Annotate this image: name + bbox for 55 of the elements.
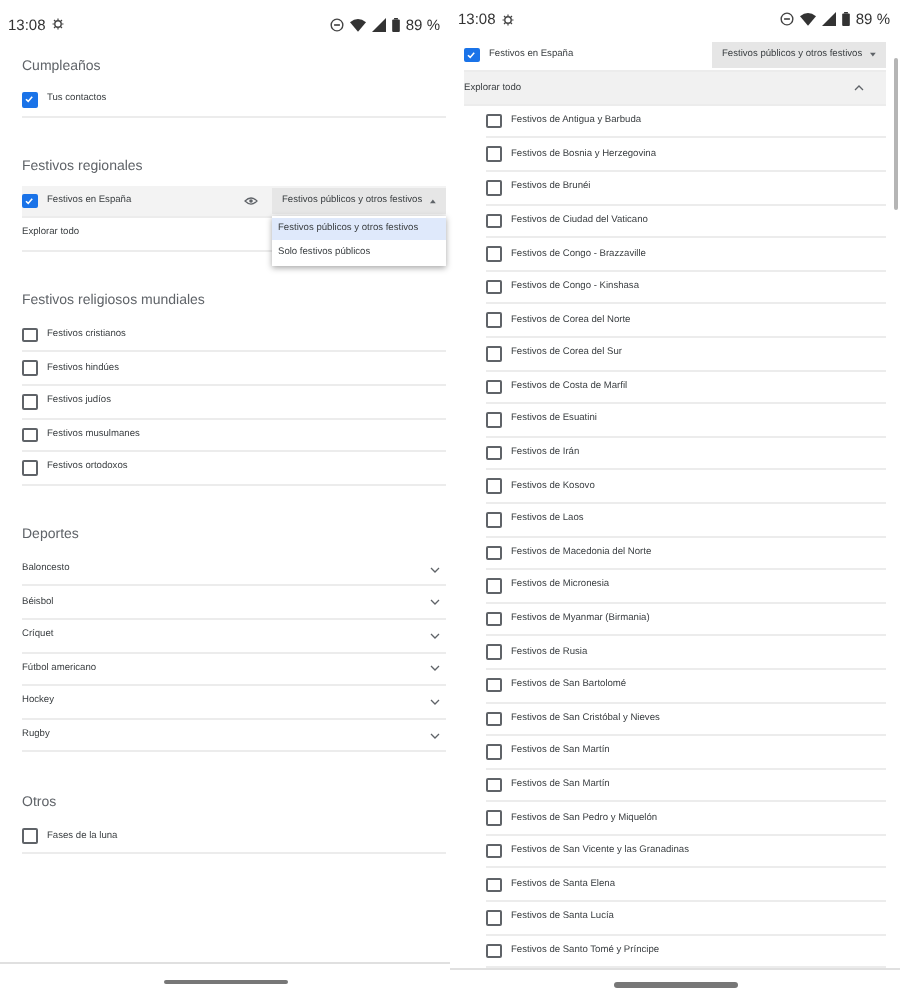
gear-icon [501,13,514,26]
wifi-icon [799,12,816,27]
do-not-disturb-icon [329,17,344,31]
wifi-icon [349,17,366,31]
chevron-down-icon[interactable] [430,664,440,673]
checkbox[interactable] [486,578,501,594]
checkbox[interactable] [486,943,501,959]
gear-icon [51,18,64,30]
checkbox[interactable] [486,744,501,760]
checkbox[interactable] [486,478,501,494]
checkbox[interactable] [464,47,479,63]
checkbox[interactable] [486,412,501,428]
checkbox[interactable] [486,512,501,527]
battery-icon [841,12,850,27]
checkbox[interactable] [22,92,37,108]
scrollbar[interactable] [894,58,897,210]
checkbox[interactable] [22,360,37,376]
checkbox[interactable] [22,193,37,209]
chevron-down-icon[interactable] [430,697,440,706]
checkbox[interactable] [22,394,37,410]
checkbox[interactable] [22,427,37,443]
checkbox[interactable] [486,545,501,561]
checkbox[interactable] [486,910,501,926]
checkbox[interactable] [486,677,501,693]
checkbox[interactable] [486,312,501,328]
checkbox[interactable] [486,810,501,826]
checkbox[interactable] [486,180,501,196]
do-not-disturb-icon [779,12,794,27]
chevron-down-icon[interactable] [430,631,440,640]
home-indicator[interactable] [163,979,287,985]
checkbox[interactable] [486,246,501,262]
chevron-down-icon[interactable] [430,565,440,574]
checkbox[interactable] [486,213,501,229]
checkbox[interactable] [22,460,37,476]
chevron-down-icon[interactable] [430,598,440,607]
checkbox[interactable] [486,113,501,129]
checkbox[interactable] [22,828,37,844]
chevron-up-icon[interactable] [854,84,864,93]
checkbox[interactable] [486,146,501,162]
checkbox[interactable] [486,379,501,395]
checkbox[interactable] [486,279,501,295]
checkbox[interactable] [486,777,501,793]
signal-icon [371,17,386,31]
signal-icon [821,12,836,27]
checkbox[interactable] [486,711,501,727]
checkbox[interactable] [486,644,501,660]
battery-icon [391,17,400,31]
checkbox[interactable] [22,327,37,343]
checkbox[interactable] [486,877,501,893]
checkbox[interactable] [486,346,501,362]
checkbox[interactable] [486,445,501,461]
checkbox[interactable] [486,611,501,627]
chevron-down-icon[interactable] [430,731,440,740]
checkbox[interactable] [486,843,501,859]
eye-icon[interactable] [244,195,258,206]
